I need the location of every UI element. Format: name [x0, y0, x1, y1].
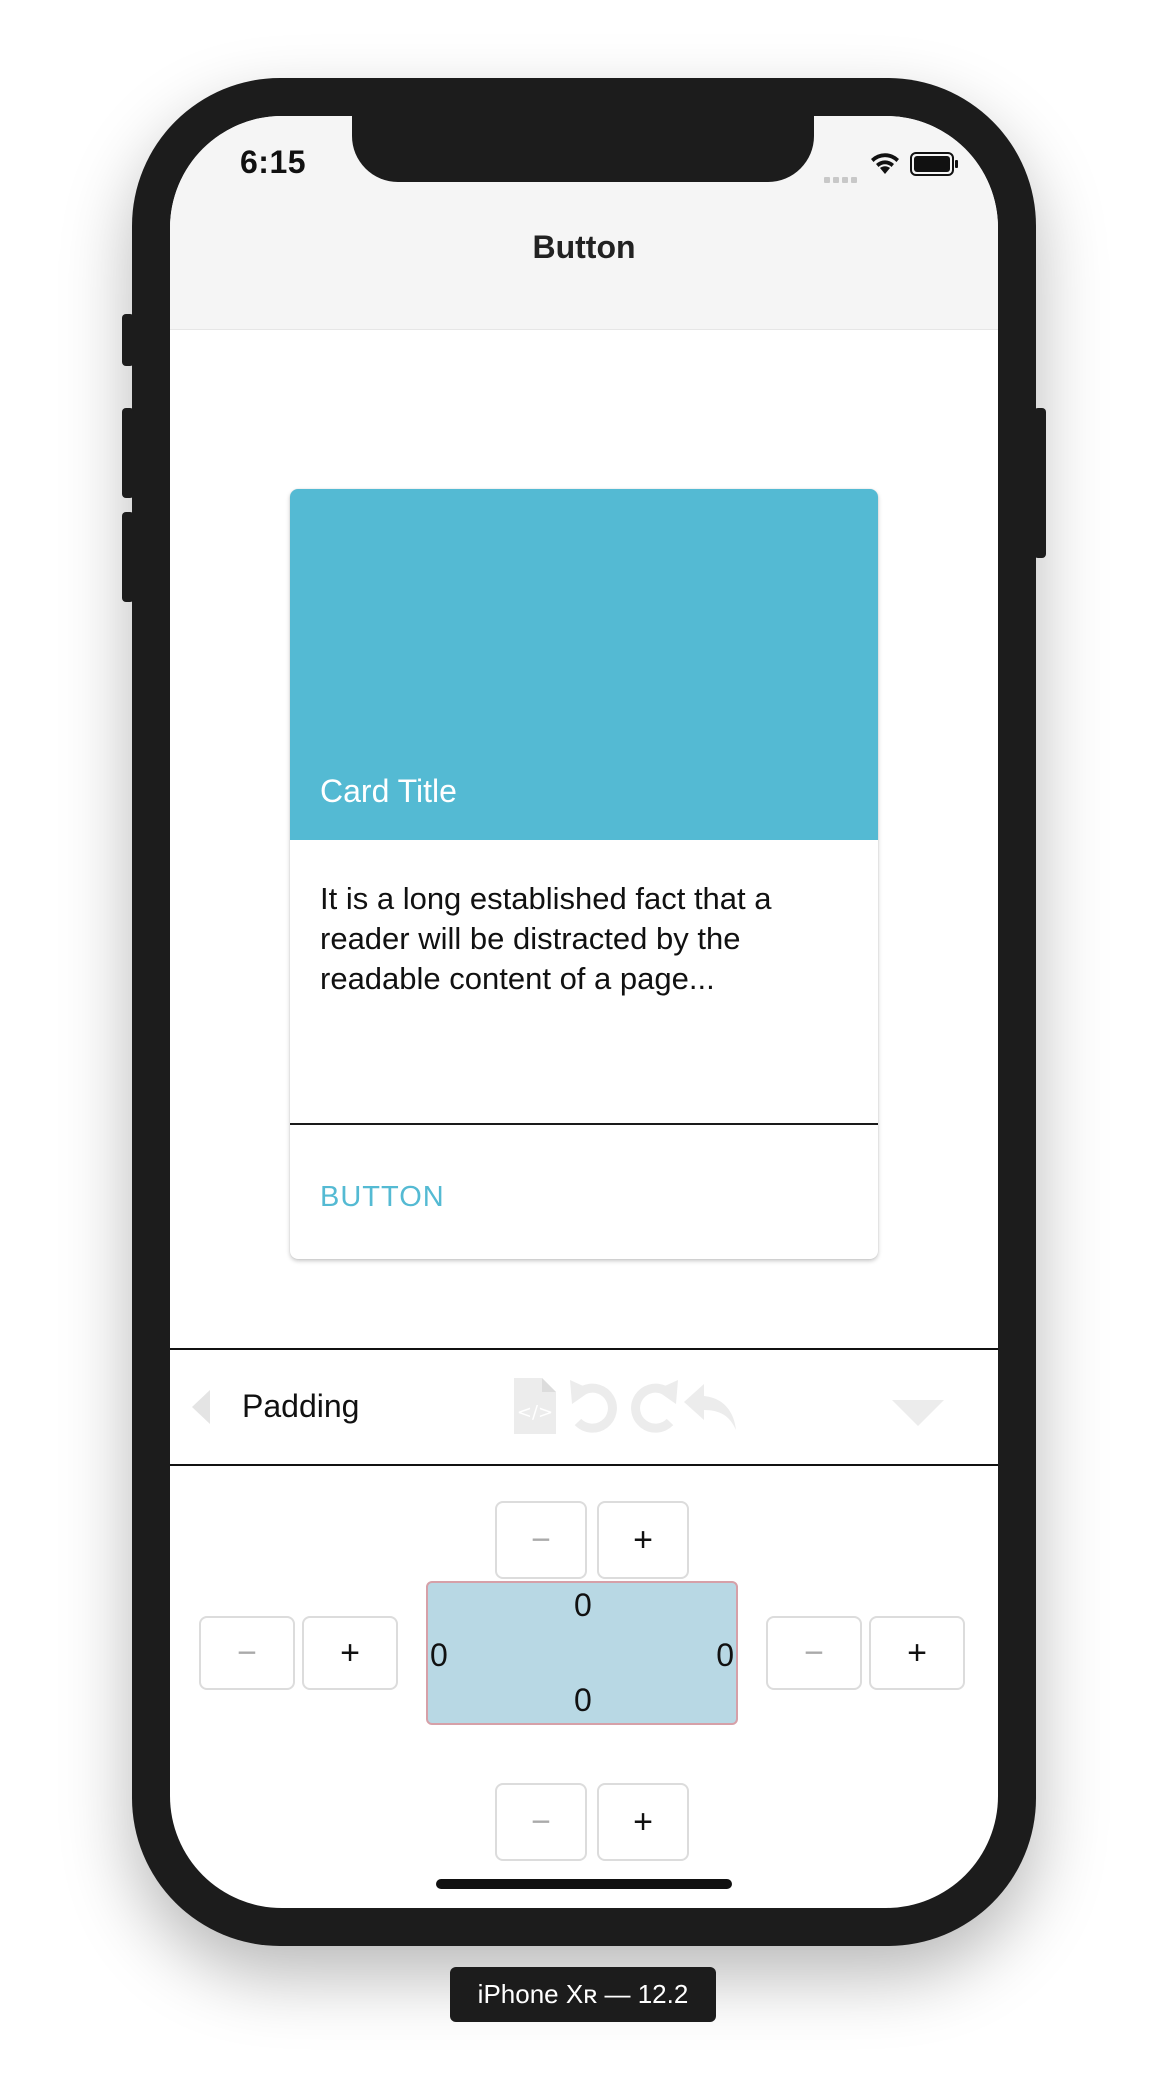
power-button — [1034, 408, 1046, 558]
volume-down-button — [122, 512, 134, 602]
padding-top-decrement-button[interactable]: − — [495, 1501, 587, 1579]
padding-bottom-increment-button[interactable]: + — [597, 1783, 689, 1861]
battery-icon — [910, 152, 958, 176]
toolbar-label: Padding — [242, 1388, 360, 1424]
padding-left-value: 0 — [430, 1637, 448, 1673]
padding-bottom-value: 0 — [574, 1682, 592, 1718]
card-action-button[interactable]: BUTTON — [320, 1181, 445, 1214]
padding-left-decrement-button[interactable]: − — [199, 1616, 295, 1690]
code-file-icon[interactable]: </> — [512, 1376, 558, 1436]
status-time: 6:15 — [240, 144, 307, 180]
padding-bottom-decrement-button[interactable]: − — [495, 1783, 587, 1861]
chevron-left-icon[interactable] — [190, 1388, 212, 1426]
page-title: Button — [532, 229, 636, 265]
mute-switch — [122, 314, 134, 366]
padding-top-increment-button[interactable]: + — [597, 1501, 689, 1579]
undo-icon[interactable] — [564, 1376, 626, 1438]
editor-toolbar: Padding </> — [170, 1348, 998, 1466]
svg-text:</>: </> — [517, 1402, 553, 1423]
cellular-signal-icon — [824, 170, 860, 188]
padding-right-increment-button[interactable]: + — [869, 1616, 965, 1690]
padding-left-increment-button[interactable]: + — [302, 1616, 398, 1690]
navigation-bar: Button — [170, 196, 998, 330]
wifi-icon — [871, 153, 899, 174]
phone-frame: 6:15 Button Card Title It is a long esta… — [122, 78, 1046, 1946]
reply-icon[interactable] — [680, 1376, 742, 1438]
card-header: Card Title — [290, 489, 878, 840]
volume-up-button — [122, 408, 134, 498]
home-indicator — [436, 1879, 732, 1889]
notch — [352, 116, 814, 182]
card-body-text: It is a long established fact that a rea… — [320, 881, 772, 996]
screen: 6:15 Button Card Title It is a long esta… — [170, 116, 998, 1908]
card-divider — [290, 1123, 878, 1125]
padding-right-decrement-button[interactable]: − — [766, 1616, 862, 1690]
card: Card Title It is a long established fact… — [290, 489, 878, 1259]
dropdown-icon[interactable] — [890, 1398, 946, 1428]
redo-icon[interactable] — [622, 1376, 684, 1438]
padding-right-value: 0 — [716, 1637, 734, 1673]
padding-preview-box: 0 0 0 0 — [426, 1581, 738, 1725]
padding-top-value: 0 — [574, 1587, 592, 1623]
device-label: iPhone Xʀ — 12.2 — [450, 1967, 716, 2022]
card-title: Card Title — [320, 773, 457, 809]
